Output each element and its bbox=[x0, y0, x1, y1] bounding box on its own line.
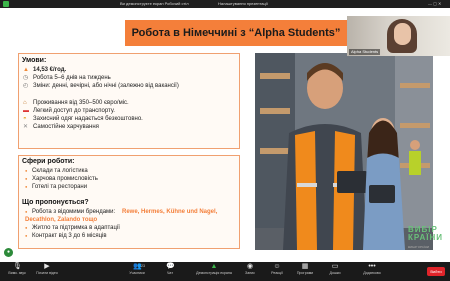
participants-icon: 👥 bbox=[133, 263, 142, 270]
offer-brands-prefix: Робота з відомими брендами: bbox=[32, 209, 116, 215]
leave-meeting-button[interactable]: Вийти bbox=[427, 267, 445, 276]
record-icon: ◉ bbox=[246, 263, 254, 270]
participant-video[interactable]: Alpha Students bbox=[347, 16, 450, 56]
transport-text: Легкий доступ до транспорту. bbox=[33, 108, 115, 114]
bullet-icon: ● bbox=[25, 176, 28, 181]
offer-brands-list-1: Rewe, Hermes, Kühne und Nagel, bbox=[122, 209, 218, 215]
slide-title: Робота в Німеччині з “Alpha Students” bbox=[131, 27, 341, 39]
window-controls[interactable]: — ▢ ✕ bbox=[428, 1, 441, 7]
sphere-item: Склади та логістика bbox=[32, 168, 88, 174]
presentation-settings-tab[interactable]: Налаштування презентації bbox=[218, 1, 278, 7]
pay-rate: 14,53 €/год. bbox=[33, 67, 67, 73]
participants-button[interactable]: 👥 Учасники bbox=[122, 263, 152, 276]
mute-button[interactable]: 🎙 Вимк. звук bbox=[2, 263, 32, 276]
record-button[interactable]: ◉ Запис bbox=[235, 263, 265, 276]
vibir-brand-mark: ВИБІР КРАЇНИ bbox=[408, 225, 444, 242]
shared-slide: Робота в Німеччині з “Alpha Students” Ум… bbox=[0, 8, 450, 262]
offer-support: Житло та підтримка в адаптації bbox=[32, 225, 120, 231]
clothing-text: Захисний одяг надається безкоштовно. bbox=[33, 116, 143, 122]
shifts-text: Зміни: денні, вечірні, або нічні (залежн… bbox=[33, 83, 179, 89]
bullet-icon: ● bbox=[25, 168, 28, 173]
conditions-panel: Умови: ▲ 14,53 €/год. ◷ Робота 5–6 днів … bbox=[18, 53, 240, 149]
chat-button[interactable]: 💬 Чат bbox=[155, 263, 185, 276]
meeting-controls-bar: 🎙 Вимк. звук ▶ Почати відео 👥 Учасники 2… bbox=[0, 262, 450, 281]
offer-contract: Контракт від 3 до 6 місяців bbox=[32, 233, 107, 239]
cutlery-icon: ✕ bbox=[23, 124, 29, 130]
apps-icon: ▦ bbox=[301, 263, 309, 270]
bullet-icon: ● bbox=[25, 233, 28, 238]
bus-icon: ▬ bbox=[23, 108, 29, 114]
chat-icon: 💬 bbox=[166, 263, 175, 270]
whiteboard-icon: ▭ bbox=[331, 263, 339, 270]
food-text: Самостійне харчування bbox=[33, 124, 99, 130]
clock-icon: ◴ bbox=[23, 83, 29, 89]
apps-button[interactable]: ▦ Програми bbox=[290, 263, 320, 276]
calendar-icon: ◷ bbox=[23, 75, 29, 81]
helmet-icon: ◓ bbox=[23, 116, 27, 122]
housing-text: Проживання від 350–500 євро/міс. bbox=[33, 100, 129, 106]
workweek-text: Робота 5–6 днів на тиждень bbox=[33, 75, 111, 81]
house-icon: ⌂ bbox=[23, 100, 27, 106]
sphere-item: Готелі та ресторани bbox=[32, 184, 88, 190]
reactions-icon: ☺ bbox=[273, 263, 281, 270]
participants-count: 23 bbox=[141, 264, 145, 268]
spheres-heading: Сфери роботи: bbox=[22, 158, 75, 165]
bullet-icon: ● bbox=[25, 184, 28, 189]
reactions-button[interactable]: ☺ Реакції bbox=[262, 263, 292, 276]
camera-icon: ▶ bbox=[44, 263, 50, 270]
screen-share-topbar: Ви демонструєте екран Робочий стіл Налаш… bbox=[0, 0, 450, 8]
warehouse-workers-image bbox=[255, 53, 433, 250]
sphere-item: Харчова промисловість bbox=[32, 176, 98, 182]
share-screen-icon: ▲ bbox=[210, 263, 218, 270]
share-indicator-icon bbox=[3, 1, 9, 7]
whiteboards-button[interactable]: ▭ Дошки bbox=[318, 263, 352, 276]
more-icon: ••• bbox=[368, 263, 376, 270]
participant-face bbox=[394, 23, 411, 45]
share-screen-button[interactable]: ▲ Демонстрація екрана bbox=[190, 263, 238, 276]
share-status-tab[interactable]: Ви демонструєте екран Робочий стіл bbox=[120, 1, 210, 7]
vibir-brand-sub: ВИБІР КРАЇНИ bbox=[408, 245, 430, 249]
vibir-krainy-logo: ВИБІР КРАЇНИ ВИБІР КРАЇНИ bbox=[408, 226, 448, 251]
mic-icon: 🎙 bbox=[13, 263, 22, 270]
bullet-icon: ● bbox=[25, 209, 28, 214]
more-button[interactable]: ••• Додатково bbox=[355, 263, 389, 276]
money-icon: ▲ bbox=[23, 67, 29, 73]
conditions-heading: Умови: bbox=[22, 57, 47, 64]
participant-name: Alpha Students bbox=[349, 49, 381, 55]
share-status-icon[interactable]: ● bbox=[4, 248, 13, 257]
offer-heading: Що пропонується? bbox=[22, 199, 89, 206]
offer-brands-list-2: Decathlon, Zalando тощо bbox=[25, 217, 98, 223]
bullet-icon: ● bbox=[25, 225, 28, 230]
start-video-button[interactable]: ▶ Почати відео bbox=[32, 263, 62, 276]
spheres-offer-panel: Сфери роботи: ● Склади та логістика ● Ха… bbox=[18, 155, 240, 249]
